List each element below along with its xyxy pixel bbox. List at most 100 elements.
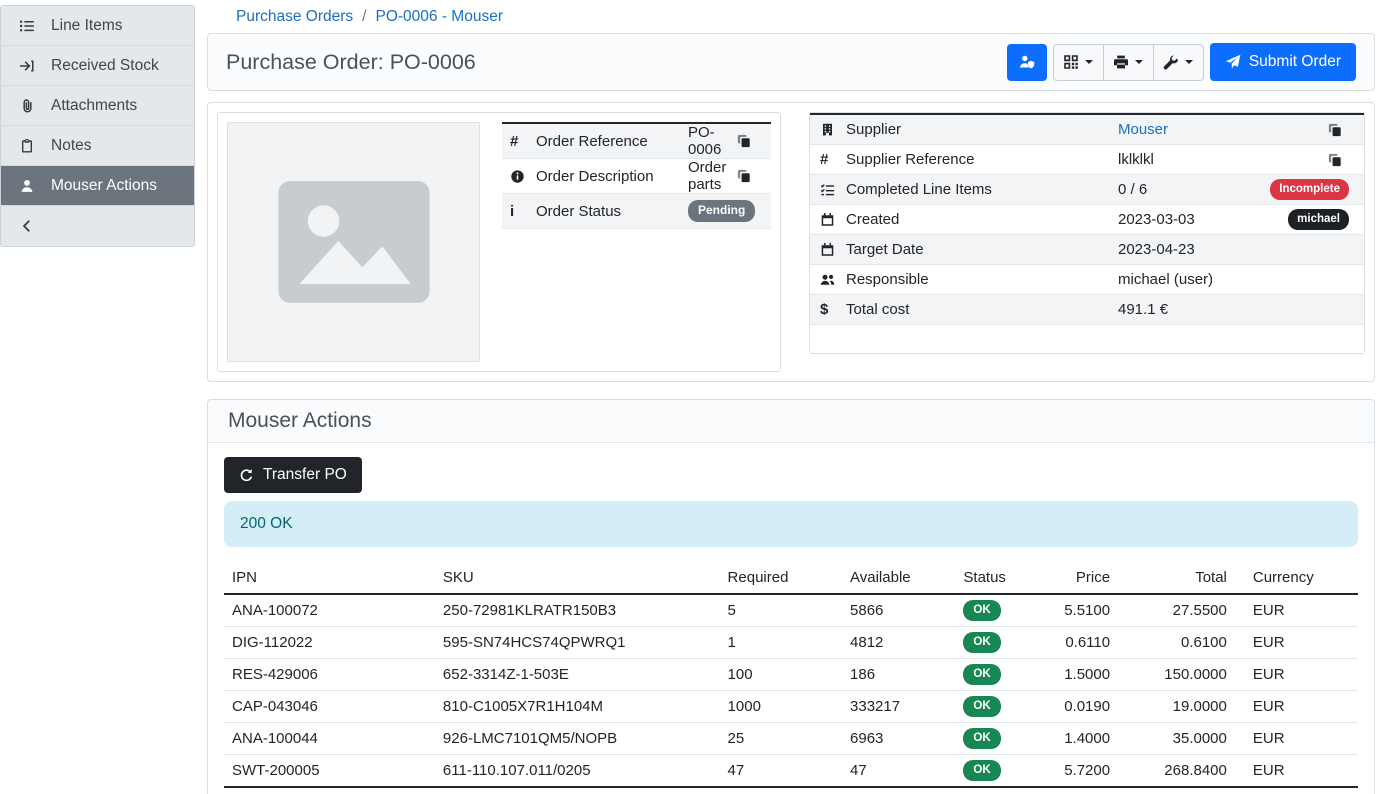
part-thumbnail[interactable]: [227, 122, 480, 362]
po-details-panel: #Order ReferencePO-0006Order Description…: [207, 102, 1375, 382]
printer-icon: [1113, 54, 1129, 70]
table-row: RES-429006652-3314Z-1-503E100186OK1.5000…: [224, 658, 1358, 690]
panel-title: Mouser Actions: [228, 409, 1354, 433]
sidebar-item-line-items[interactable]: Line Items: [1, 6, 194, 46]
copy-button[interactable]: [1328, 123, 1354, 137]
column-header-available: Available: [842, 563, 955, 594]
detail-label: Order Status: [536, 203, 688, 220]
options-menu-button[interactable]: [1153, 44, 1204, 81]
breadcrumb-link-purchase-orders[interactable]: Purchase Orders: [236, 8, 353, 26]
sidebar: Line Items Received StockAttachmentsNotes…: [0, 5, 195, 247]
column-header-ipn: IPN: [224, 563, 435, 594]
copy-button[interactable]: [1328, 153, 1354, 167]
table-footer-row: Total501.0000: [224, 787, 1358, 794]
submit-order-button[interactable]: Submit Order: [1210, 43, 1356, 81]
detail-value: michael (user): [1118, 271, 1354, 288]
user-shield-icon: [1019, 54, 1035, 70]
calendar-icon: [820, 212, 846, 227]
cell-status: OK: [955, 658, 1036, 690]
footer-empty-cell: [720, 787, 842, 794]
chevron-left-icon: [17, 218, 37, 234]
cell-price: 5.5100: [1036, 594, 1122, 626]
sidebar-item-attachments[interactable]: Attachments: [1, 86, 194, 126]
sidebar-item-label: Line Items: [51, 17, 123, 35]
copy-button[interactable]: [737, 134, 763, 148]
detail-label: Responsible: [846, 271, 1118, 288]
cell-sku: 810-C1005X7R1H104M: [435, 690, 720, 722]
sidebar-item-received-stock[interactable]: Received Stock: [1, 46, 194, 86]
cell-ipn: SWT-200005: [224, 754, 435, 786]
order-detail-table: #Order ReferencePO-0006Order Description…: [502, 122, 771, 362]
detail-value: 491.1 €: [1118, 301, 1354, 318]
print-menu-button[interactable]: [1103, 44, 1154, 81]
cell-ipn: CAP-043046: [224, 690, 435, 722]
cell-total: 19.0000: [1122, 690, 1239, 722]
cell-required: 5: [720, 594, 842, 626]
paper-plane-icon: [1225, 54, 1241, 70]
column-header-sku: SKU: [435, 563, 720, 594]
details-columns: #Order ReferencePO-0006Order Description…: [217, 112, 1365, 372]
footer-empty-cell: [955, 787, 1036, 794]
sidebar-item-notes[interactable]: Notes: [1, 126, 194, 166]
detail-row-total-cost: $Total cost491.1 €: [810, 295, 1364, 325]
footer-total-label: Total: [224, 787, 435, 794]
cell-required: 1: [720, 626, 842, 658]
status-badge-incomplete: Incomplete: [1270, 179, 1349, 200]
copy-icon: [1328, 123, 1354, 137]
info-icon: i: [510, 203, 536, 220]
cell-status: OK: [955, 690, 1036, 722]
column-header-required: Required: [720, 563, 842, 594]
cell-total: 150.0000: [1122, 658, 1239, 690]
barcode-menu-button[interactable]: [1053, 44, 1104, 81]
table-header-row: IPNSKURequiredAvailableStatusPriceTotalC…: [224, 563, 1358, 594]
detail-value: 0 / 6: [1118, 181, 1270, 198]
cell-available: 4812: [842, 626, 955, 658]
refresh-icon: [239, 468, 254, 483]
dollar-icon: $: [820, 301, 846, 318]
table-row: ANA-100072250-72981KLRATR150B355866OK5.5…: [224, 594, 1358, 626]
cell-required: 100: [720, 658, 842, 690]
transfer-po-label: Transfer PO: [263, 466, 347, 484]
footer-empty-cell: [842, 787, 955, 794]
user-icon: [17, 178, 37, 194]
copy-button[interactable]: [737, 169, 763, 183]
breadcrumb-link-po-0006-mouser[interactable]: PO-0006 - Mouser: [375, 8, 503, 26]
cell-price: 1.4000: [1036, 722, 1122, 754]
cell-total: 35.0000: [1122, 722, 1239, 754]
copy-icon: [737, 134, 763, 148]
detail-row-completed-line-items: Completed Line Items0 / 6Incomplete: [810, 175, 1364, 205]
cell-required: 25: [720, 722, 842, 754]
sidebar-collapse-button[interactable]: [1, 206, 194, 246]
hash-icon: #: [820, 151, 846, 168]
sidebar-item-mouser-actions[interactable]: Mouser Actions: [1, 166, 194, 206]
detail-row-created: Created2023-03-03michael: [810, 205, 1364, 235]
detail-label: Supplier: [846, 121, 1118, 138]
detail-row-responsible: Responsiblemichael (user): [810, 265, 1364, 295]
table-row: DIG-112022595-SN74HCS74QPWRQ114812OK0.61…: [224, 626, 1358, 658]
cell-required: 1000: [720, 690, 842, 722]
tasks-icon: [820, 182, 846, 197]
breadcrumb-separator: /: [362, 8, 366, 26]
clipboard-icon: [17, 138, 37, 154]
cell-required: 47: [720, 754, 842, 786]
ok-badge: OK: [963, 760, 1000, 781]
cell-total: 268.8400: [1122, 754, 1239, 786]
cell-ipn: DIG-112022: [224, 626, 435, 658]
column-header-total: Total: [1122, 563, 1239, 594]
transfer-po-button[interactable]: Transfer PO: [224, 457, 362, 493]
admin-button[interactable]: [1007, 44, 1047, 81]
detail-value[interactable]: Mouser: [1118, 121, 1320, 138]
breadcrumb: Purchase Orders / PO-0006 - Mouser: [207, 0, 1375, 33]
cell-currency: EUR: [1239, 626, 1358, 658]
list-icon: [17, 18, 37, 34]
order-detail-box: #Order ReferencePO-0006Order Description…: [217, 112, 781, 372]
detail-label: Order Description: [536, 168, 688, 185]
cell-status: OK: [955, 594, 1036, 626]
cell-sku: 611-110.107.011/0205: [435, 754, 720, 786]
caret-down-icon: [1135, 60, 1143, 64]
cell-sku: 926-LMC7101QM5/NOPB: [435, 722, 720, 754]
cell-available: 5866: [842, 594, 955, 626]
detail-label: Supplier Reference: [846, 151, 1118, 168]
wrench-icon: [1163, 54, 1179, 70]
ok-badge: OK: [963, 728, 1000, 749]
